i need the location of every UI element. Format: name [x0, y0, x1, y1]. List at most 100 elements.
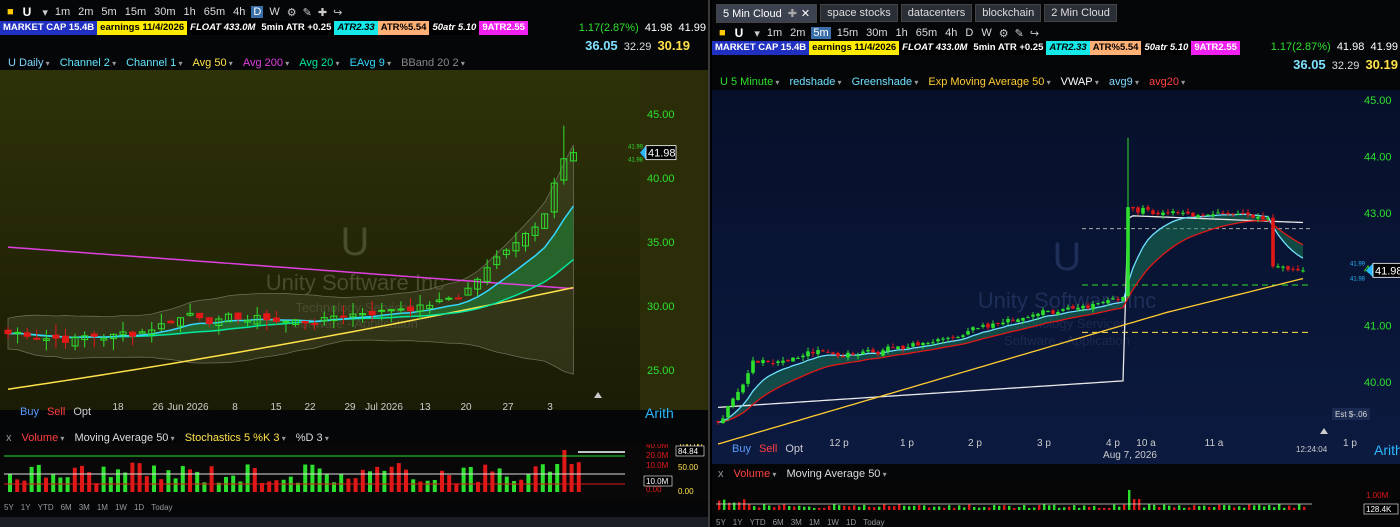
dropdown-icon[interactable]: ▾	[41, 6, 49, 19]
timeframe-5m[interactable]: 5m	[811, 27, 831, 39]
timeframe-1m[interactable]: 1m	[765, 27, 784, 39]
indicator-eavg-9[interactable]: EAvg 9	[350, 57, 392, 69]
volume-indicator-volume[interactable]: Volume	[22, 432, 65, 444]
indicator-avg9[interactable]: avg9	[1109, 76, 1139, 88]
timeframe-15m[interactable]: 15m	[835, 27, 860, 39]
volume-bar	[555, 464, 560, 492]
volume-indicator-stochastics-5-k-3[interactable]: Stochastics 5 %K 3	[185, 432, 286, 444]
indicator-greenshade[interactable]: Greenshade	[852, 76, 919, 88]
range-1m[interactable]: 1M	[809, 518, 820, 527]
volume-bar	[823, 507, 826, 510]
draw-icon[interactable]: ✎	[1014, 27, 1025, 40]
options-button[interactable]: Opt	[785, 443, 803, 455]
timeframe-4h[interactable]: 4h	[231, 6, 247, 18]
volume-indicator-moving-average-50[interactable]: Moving Average 50	[786, 468, 886, 480]
volume-indicator-moving-average-50[interactable]: Moving Average 50	[74, 432, 174, 444]
daily-price-chart[interactable]: UUnity Software IncTechnology ServicesSo…	[0, 70, 708, 410]
share-icon[interactable]: ↪	[1029, 27, 1040, 40]
tab-space-stocks[interactable]: space stocks	[820, 4, 898, 22]
link-icon[interactable]: ■	[6, 6, 15, 18]
sell-button[interactable]: Sell	[759, 443, 777, 455]
range-3m[interactable]: 3M	[791, 518, 802, 527]
close-panel-icon[interactable]: x	[6, 432, 12, 444]
indicator-u-5-minute[interactable]: U 5 Minute	[720, 76, 779, 88]
timeframe-5m[interactable]: 5m	[99, 6, 118, 18]
indicator-avg-50[interactable]: Avg 50	[193, 57, 233, 69]
buy-button[interactable]: Buy	[20, 406, 39, 418]
dropdown-icon[interactable]: ▾	[753, 27, 761, 40]
tab-blockchain[interactable]: blockchain	[975, 4, 1042, 22]
timeframe-65m[interactable]: 65m	[914, 27, 939, 39]
timeframe-1h[interactable]: 1h	[182, 6, 198, 18]
indicator-avg-200[interactable]: Avg 200	[243, 57, 289, 69]
indicator-exp-moving-average-50[interactable]: Exp Moving Average 50	[928, 76, 1050, 88]
range-today[interactable]: Today	[863, 518, 884, 527]
symbol-field[interactable]: U	[23, 5, 32, 19]
range-1d[interactable]: 1D	[846, 518, 856, 527]
timeframe-w[interactable]: W	[267, 6, 281, 18]
indicator-avg20[interactable]: avg20	[1149, 76, 1185, 88]
range-3m[interactable]: 3M	[79, 503, 90, 512]
link-icon[interactable]: ■	[718, 27, 727, 39]
volume-bar	[1238, 506, 1241, 510]
daily-volume-panel[interactable]: 40.0M20.0M10.0M0.00100.0050.000.0084.841…	[0, 444, 708, 500]
range-1w[interactable]: 1W	[115, 503, 127, 512]
indicator-avg-20[interactable]: Avg 20	[299, 57, 339, 69]
indicator-channel-2[interactable]: Channel 2	[60, 57, 116, 69]
range-6m[interactable]: 6M	[61, 503, 72, 512]
range-5y[interactable]: 5Y	[4, 503, 14, 512]
range-1d[interactable]: 1D	[134, 503, 144, 512]
share-icon[interactable]: ↪	[332, 6, 343, 19]
close-panel-icon[interactable]: x	[718, 468, 724, 480]
range-1y[interactable]: 1Y	[733, 518, 743, 527]
candle-body	[886, 346, 890, 352]
draw-icon[interactable]: ✎	[302, 6, 313, 19]
timeframe-4h[interactable]: 4h	[943, 27, 959, 39]
indicator-u-daily[interactable]: U Daily	[8, 57, 50, 69]
tab-add-icon[interactable]: ✚	[788, 8, 797, 20]
volume-bar	[1078, 507, 1081, 510]
tab-2-min-cloud[interactable]: 2 Min Cloud	[1044, 4, 1117, 22]
sell-button[interactable]: Sell	[47, 406, 65, 418]
range-1y[interactable]: 1Y	[21, 503, 31, 512]
scale-mode-label[interactable]: Arith	[1374, 442, 1400, 458]
indicator-bband-20-2[interactable]: BBand 20 2	[401, 57, 465, 69]
symbol-field[interactable]: U	[735, 26, 744, 40]
timeframe-2m[interactable]: 2m	[76, 6, 95, 18]
timeframe-w[interactable]: W	[979, 27, 993, 39]
tab-close-icon[interactable]: ✕	[801, 8, 810, 20]
timeframe-1m[interactable]: 1m	[53, 6, 72, 18]
timeframe-30m[interactable]: 30m	[152, 6, 177, 18]
volume-indicator-d-3[interactable]: %D 3	[296, 432, 329, 444]
range-today[interactable]: Today	[151, 503, 172, 512]
scale-mode-label[interactable]: Arith	[645, 405, 674, 421]
timeframe-30m[interactable]: 30m	[864, 27, 889, 39]
indicator-redshade[interactable]: redshade	[789, 76, 841, 88]
candle-body	[1081, 306, 1085, 309]
indicator-channel-1[interactable]: Channel 1	[126, 57, 182, 69]
range-ytd[interactable]: YTD	[750, 518, 766, 527]
options-button[interactable]: Opt	[73, 406, 91, 418]
intraday-price-chart[interactable]: UUnity Software IncTechnology ServicesSo…	[712, 90, 1400, 464]
range-1w[interactable]: 1W	[827, 518, 839, 527]
range-ytd[interactable]: YTD	[38, 503, 54, 512]
buy-button[interactable]: Buy	[732, 443, 751, 455]
timeframe-d[interactable]: D	[251, 6, 264, 18]
chart-settings-icon[interactable]: ⚙	[286, 6, 298, 19]
tab-5-min-cloud[interactable]: 5 Min Cloud ✚ ✕	[716, 3, 818, 23]
timeframe-65m[interactable]: 65m	[202, 6, 227, 18]
crosshair-icon[interactable]: ✚	[317, 6, 328, 19]
volume-indicator-volume[interactable]: Volume	[734, 468, 777, 480]
intraday-volume-panel[interactable]: 1.00M 128.4K	[712, 482, 1400, 516]
timeframe-1h[interactable]: 1h	[894, 27, 910, 39]
volume-bar	[252, 468, 257, 492]
chart-settings-icon[interactable]: ⚙	[998, 27, 1010, 40]
timeframe-2m[interactable]: 2m	[788, 27, 807, 39]
range-1m[interactable]: 1M	[97, 503, 108, 512]
timeframe-d[interactable]: D	[963, 27, 975, 39]
range-6m[interactable]: 6M	[773, 518, 784, 527]
timeframe-15m[interactable]: 15m	[123, 6, 148, 18]
indicator-vwap[interactable]: VWAP	[1061, 76, 1099, 88]
range-5y[interactable]: 5Y	[716, 518, 726, 527]
tab-datacenters[interactable]: datacenters	[900, 4, 973, 22]
